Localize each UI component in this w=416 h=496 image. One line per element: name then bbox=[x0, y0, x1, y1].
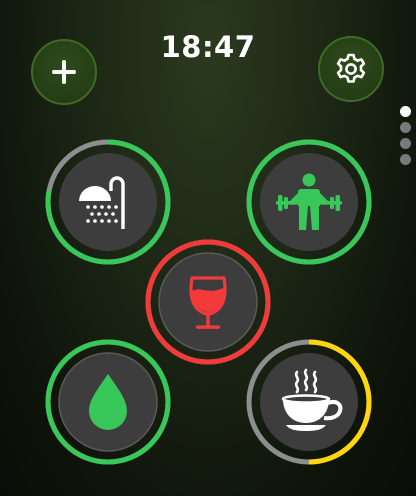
gear-icon bbox=[336, 53, 366, 83]
habit-coffee-button[interactable] bbox=[246, 339, 372, 465]
watch-screen: 18:47 bbox=[0, 0, 416, 496]
page-dot bbox=[400, 138, 411, 149]
habit-water-button[interactable] bbox=[45, 339, 171, 465]
page-dot bbox=[400, 122, 411, 133]
page-dot-active bbox=[400, 106, 411, 117]
page-dot bbox=[400, 154, 411, 165]
settings-button[interactable] bbox=[318, 36, 384, 102]
page-indicator bbox=[400, 106, 412, 170]
